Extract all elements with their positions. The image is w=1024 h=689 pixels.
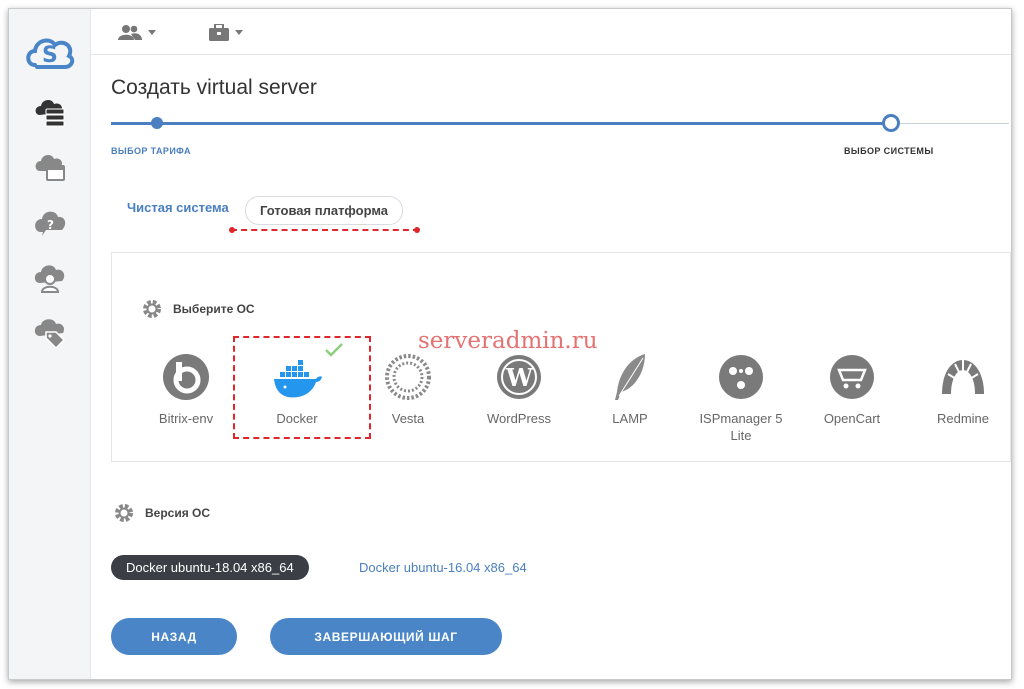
users-icon bbox=[118, 25, 142, 40]
os-option-opencart[interactable]: OpenCart bbox=[807, 352, 897, 427]
chevron-down-icon bbox=[148, 29, 156, 35]
wizard-step-dot bbox=[151, 117, 163, 129]
final-step-button[interactable]: ЗАВЕРШАЮЩИЙ ШАГ bbox=[270, 618, 502, 655]
opencart-icon bbox=[830, 355, 874, 399]
svg-text:S: S bbox=[42, 43, 58, 68]
cloud-user-icon[interactable] bbox=[32, 259, 68, 295]
ispmanager-icon bbox=[719, 355, 763, 399]
cloud-window-icon[interactable] bbox=[32, 149, 68, 185]
briefcase-icon bbox=[209, 23, 229, 41]
help-cloud-icon[interactable]: ? bbox=[32, 204, 68, 240]
os-label: Bitrix-env bbox=[158, 411, 214, 426]
os-option-lamp[interactable]: LAMP bbox=[585, 352, 675, 427]
os-label: Redmine bbox=[936, 411, 990, 426]
cloud-tag-icon[interactable] bbox=[32, 314, 68, 350]
os-label: LAMP bbox=[612, 411, 648, 426]
annotation-dot-left bbox=[229, 227, 235, 233]
svg-text:W: W bbox=[505, 363, 534, 392]
svg-text:?: ? bbox=[47, 218, 54, 232]
wizard-step-tariff[interactable]: ВЫБОР ТАРИФА bbox=[111, 146, 191, 156]
annotation-dot-right bbox=[414, 227, 420, 233]
os-option-redmine[interactable]: Redmine bbox=[918, 352, 1008, 427]
version-section-header: Версия ОС bbox=[113, 502, 210, 524]
os-label: WordPress bbox=[486, 411, 552, 426]
page-title: Создать virtual server bbox=[111, 76, 317, 99]
top-bar bbox=[91, 9, 1011, 55]
wizard-progress-line bbox=[111, 122, 891, 125]
os-label: Vesta bbox=[391, 411, 425, 426]
wizard-remaining-line bbox=[899, 123, 1009, 124]
os-label: OpenCart bbox=[823, 411, 881, 426]
os-option-wordpress[interactable]: W WordPress bbox=[474, 352, 564, 427]
os-option-vesta[interactable]: Vesta bbox=[363, 352, 453, 427]
tab-ready-platform[interactable]: Готовая платформа bbox=[245, 196, 404, 225]
wizard-step-system: ВЫБОР СИСТЕМЫ bbox=[844, 146, 934, 156]
users-menu-button[interactable] bbox=[118, 22, 156, 42]
os-option-ispmanager[interactable]: ISPmanager 5 Lite bbox=[696, 352, 786, 444]
logo-icon[interactable]: S bbox=[23, 31, 77, 75]
wordpress-icon: W bbox=[497, 355, 541, 399]
annotation-underline bbox=[231, 229, 419, 231]
bitrix-icon bbox=[163, 354, 209, 400]
os-section-header: Выберите ОС bbox=[141, 298, 255, 320]
watermark-text: serveradmin.ru bbox=[418, 328, 598, 354]
os-section-title: Выберите ОС bbox=[173, 302, 255, 316]
checkmark-icon bbox=[325, 343, 343, 357]
gear-icon bbox=[143, 300, 161, 318]
briefcase-menu-button[interactable] bbox=[209, 22, 243, 42]
sidebar: S ? bbox=[9, 9, 91, 679]
version-option-link[interactable]: Docker ubuntu-16.04 x86_64 bbox=[359, 560, 527, 575]
version-option-selected[interactable]: Docker ubuntu-18.04 x86_64 bbox=[111, 555, 309, 580]
version-section-title: Версия ОС bbox=[145, 506, 211, 520]
wizard-current-step-marker bbox=[882, 114, 900, 132]
back-button[interactable]: НАЗАД bbox=[111, 618, 237, 655]
vesta-icon bbox=[385, 354, 431, 400]
feather-icon bbox=[615, 354, 645, 400]
redmine-icon bbox=[942, 360, 984, 394]
os-label: ISPmanager 5 Lite bbox=[699, 411, 783, 443]
tab-plain-system[interactable]: Чистая система bbox=[127, 200, 229, 215]
cloud-server-icon[interactable] bbox=[32, 95, 68, 131]
annotation-selected-box bbox=[233, 336, 371, 439]
gear-icon bbox=[115, 504, 133, 522]
chevron-down-icon bbox=[235, 29, 243, 35]
os-option-bitrix[interactable]: Bitrix-env bbox=[141, 352, 231, 427]
